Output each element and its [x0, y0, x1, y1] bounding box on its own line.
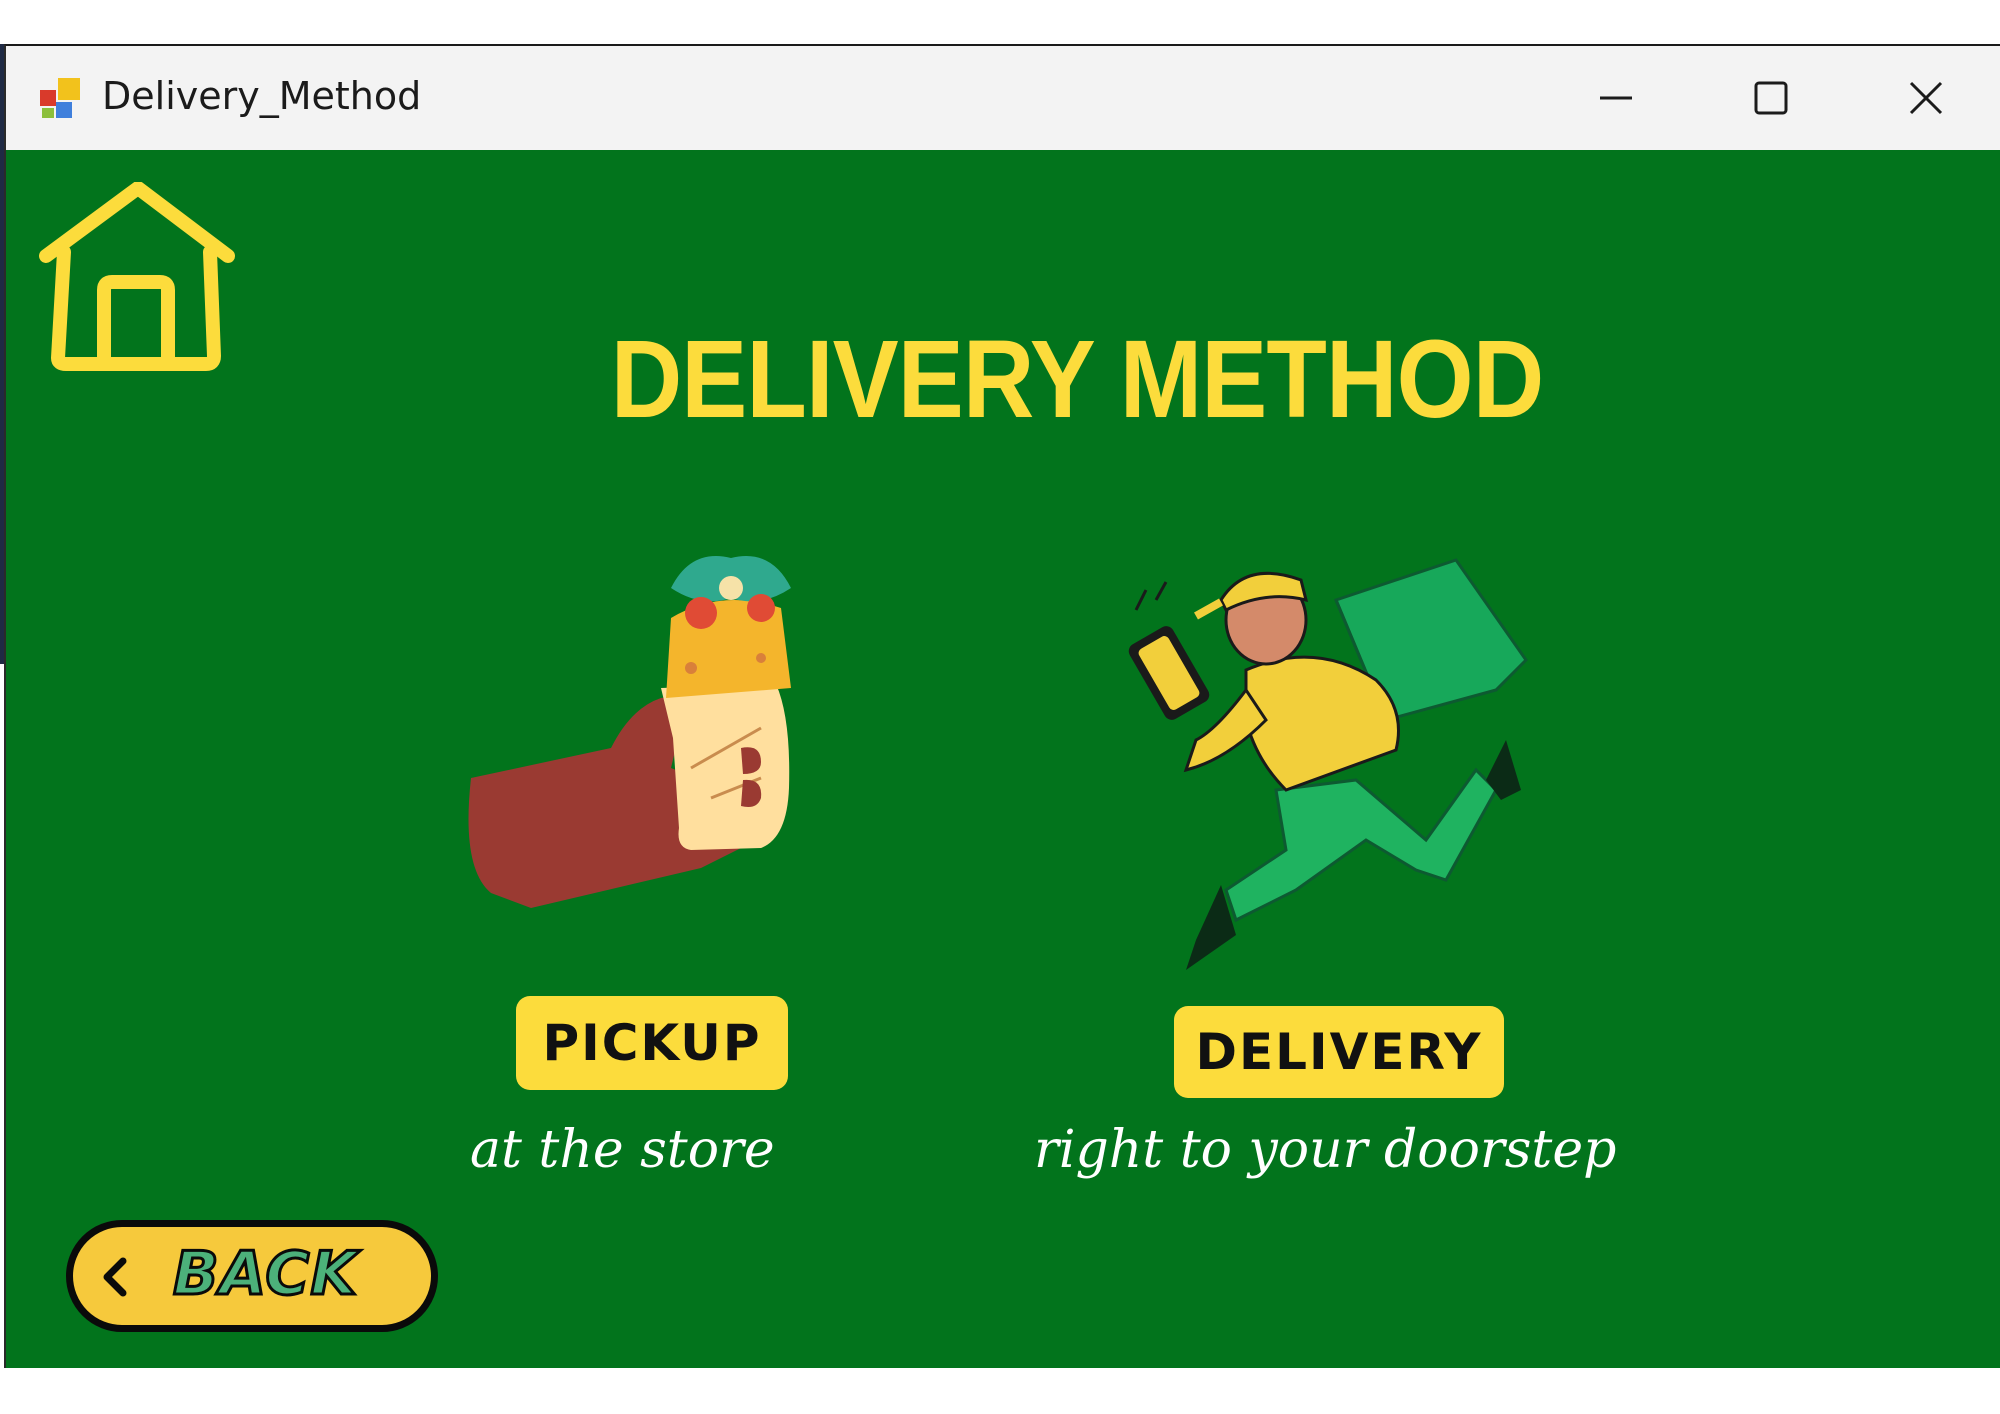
maximize-icon — [1754, 81, 1788, 115]
main-panel: DELIVERY METHOD PICKUP DELIVERY at the s… — [6, 150, 2000, 1370]
maximize-button[interactable] — [1716, 66, 1826, 130]
chevron-left-icon — [103, 1257, 127, 1297]
title-bar: Delivery_Method — [6, 46, 2000, 150]
page-title: DELIVERY METHOD — [610, 318, 1545, 441]
pickup-option-button[interactable]: PICKUP — [516, 996, 788, 1090]
pickup-subtitle: at the store — [470, 1120, 775, 1180]
window-title: Delivery_Method — [102, 74, 422, 118]
back-button-label: BACK — [172, 1238, 359, 1311]
close-icon — [1909, 81, 1943, 115]
delivery-option-button[interactable]: DELIVERY — [1174, 1006, 1504, 1098]
minimize-icon — [1600, 96, 1632, 100]
pickup-illustration[interactable] — [461, 548, 851, 1000]
delivery-subtitle: right to your doorstep — [1034, 1120, 1617, 1180]
minimize-button[interactable] — [1561, 66, 1671, 130]
app-window: Delivery_Method DELIVERY METHOD PICKUP D… — [4, 44, 2000, 1370]
desktop-bottom — [0, 1368, 2000, 1414]
back-button[interactable]: BACK — [66, 1220, 438, 1332]
close-button[interactable] — [1871, 66, 1981, 130]
app-icon — [40, 78, 80, 118]
delivery-illustration[interactable] — [1126, 540, 1576, 1000]
